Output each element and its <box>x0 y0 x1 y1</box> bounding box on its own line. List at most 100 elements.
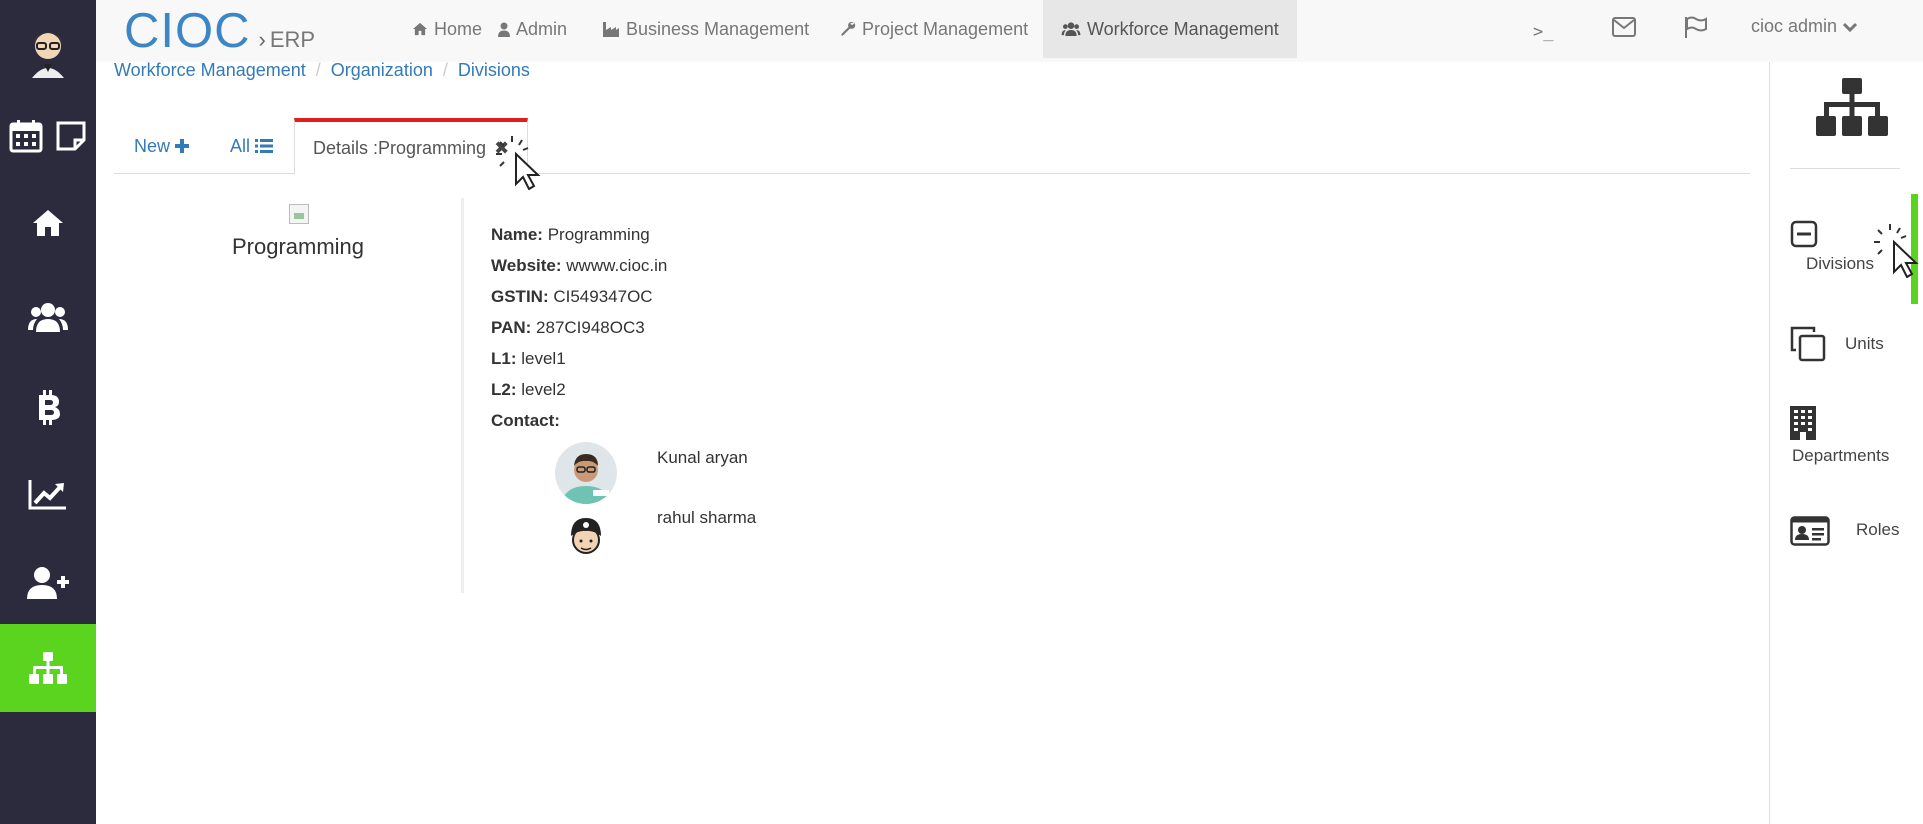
industry-icon <box>603 22 619 37</box>
tab-all[interactable]: All <box>230 118 274 174</box>
nav-business-management[interactable]: Business Management <box>584 0 827 58</box>
users-icon <box>1061 22 1081 37</box>
clone-icon <box>1790 326 1826 362</box>
detail-row-name: Name: Programming <box>491 222 667 253</box>
nav-admin[interactable]: Admin <box>480 0 585 58</box>
users-icon <box>28 303 68 332</box>
tab-new-label: New <box>134 135 171 156</box>
avatar-icon <box>32 32 64 78</box>
wrench-icon <box>841 21 856 36</box>
contact-name: rahul sharma <box>657 508 757 527</box>
user-icon <box>498 22 510 37</box>
panel-divider <box>1790 168 1900 169</box>
contact-photo <box>555 442 617 504</box>
terminal-icon[interactable]: >_ <box>1533 22 1553 42</box>
tab-new[interactable]: New <box>134 118 190 174</box>
tab-bar: New All Details :Programming ✖ <box>114 118 1750 175</box>
panel-item-label: Departments <box>1792 446 1890 465</box>
panel-item-departments[interactable]: Departments <box>1770 406 1920 466</box>
detail-label: L1: <box>491 349 517 368</box>
panel-item-units[interactable]: Units <box>1770 326 1920 376</box>
panel-item-label: Roles <box>1856 520 1900 539</box>
detail-label: Website: <box>491 256 562 275</box>
detail-value: 287CI948OC3 <box>536 318 645 337</box>
calendar-icon[interactable] <box>9 119 43 153</box>
chevron-down-icon <box>1843 22 1858 32</box>
contact-name: Kunal aryan <box>657 448 748 467</box>
detail-label: L2: <box>491 380 517 399</box>
contact-item[interactable]: Kunal aryan <box>555 442 748 504</box>
user-menu[interactable]: cioc admin <box>1751 16 1858 37</box>
calendar-notes-shortcuts <box>0 112 96 160</box>
breadcrumb-divisions[interactable]: Divisions <box>458 60 530 81</box>
detail-label: Contact: <box>491 411 560 430</box>
tab-all-label: All <box>230 135 251 156</box>
sidebar-add-user[interactable] <box>0 556 96 610</box>
breadcrumb-workforce-management[interactable]: Workforce Management <box>114 60 306 81</box>
nav-admin-label: Admin <box>516 18 568 39</box>
brand-subtitle: ERP <box>269 27 316 52</box>
building-icon <box>1790 406 1816 440</box>
line-chart-icon <box>28 480 66 510</box>
nav-home-label: Home <box>434 18 483 39</box>
panel-item-label: Divisions <box>1806 254 1875 273</box>
bitcoin-icon <box>39 390 60 425</box>
flag-icon[interactable] <box>1684 16 1708 38</box>
detail-label: GSTIN: <box>491 287 549 306</box>
detail-value: level2 <box>521 380 566 399</box>
sticky-note-icon[interactable] <box>55 120 87 152</box>
brand-name: CIOC <box>124 4 251 58</box>
breadcrumb-separator: / <box>442 60 448 80</box>
detail-value: Programming <box>547 225 650 244</box>
panel-item-label: Units <box>1845 334 1884 353</box>
sidebar-home[interactable] <box>0 196 96 250</box>
breadcrumb-organization[interactable]: Organization <box>331 60 433 81</box>
tab-details-label: Details :Programming <box>313 137 487 158</box>
detail-label: Name: <box>491 225 543 244</box>
breadcrumb-separator: / <box>315 60 321 80</box>
envelope-icon[interactable] <box>1612 17 1636 37</box>
top-navbar: CIOC › ERP Home Admin Business Managemen… <box>96 0 1923 62</box>
sitemap-icon <box>29 652 67 684</box>
home-icon <box>33 210 63 236</box>
user-menu-label: cioc admin <box>1751 16 1838 36</box>
minus-square-icon <box>1790 220 1818 248</box>
detail-row-gstin: GSTIN: CI549347OC <box>491 284 667 315</box>
detail-row-contact: Contact: <box>491 408 667 439</box>
avatar <box>555 442 617 504</box>
division-image <box>289 204 309 224</box>
division-photo-column: Programming <box>114 198 464 593</box>
busy-cursor-icon <box>1874 224 1919 278</box>
contact-item[interactable]: rahul sharma <box>555 504 757 566</box>
sidebar-reports[interactable] <box>0 467 96 521</box>
brand-separator: › <box>258 27 266 52</box>
detail-row-l1: L1: level1 <box>491 346 667 377</box>
id-card-icon <box>1790 516 1830 546</box>
detail-row-l2: L2: level2 <box>491 377 667 408</box>
organization-panel: Divisions Units Departments Roles <box>1769 62 1923 824</box>
left-sidebar <box>0 0 96 824</box>
sidebar-organization[interactable] <box>0 624 96 712</box>
detail-value: wwww.cioc.in <box>566 256 668 275</box>
sidebar-finance[interactable] <box>0 380 96 434</box>
sidebar-people[interactable] <box>0 290 96 344</box>
plus-icon <box>175 139 190 153</box>
sitemap-icon <box>1816 78 1888 136</box>
detail-row-website: Website: wwww.cioc.in <box>491 253 667 284</box>
busy-cursor-icon <box>496 136 541 190</box>
brand-logo[interactable]: CIOC › ERP <box>124 4 315 58</box>
user-avatar[interactable] <box>0 18 96 84</box>
nav-workforce-management-label: Workforce Management <box>1087 18 1279 39</box>
division-details: Name: Programming Website: wwww.cioc.in … <box>491 222 667 439</box>
division-title: Programming <box>231 234 365 259</box>
user-plus-icon <box>27 567 69 599</box>
nav-workforce-management[interactable]: Workforce Management <box>1043 0 1297 58</box>
avatar <box>555 504 617 566</box>
panel-item-roles[interactable]: Roles <box>1770 514 1920 564</box>
breadcrumb: Workforce Management / Organization / Di… <box>114 60 530 81</box>
home-icon <box>413 22 427 36</box>
contact-photo <box>555 504 617 566</box>
nav-project-management-label: Project Management <box>862 18 1029 39</box>
nav-project-management[interactable]: Project Management <box>822 0 1046 58</box>
detail-value: CI549347OC <box>553 287 653 306</box>
